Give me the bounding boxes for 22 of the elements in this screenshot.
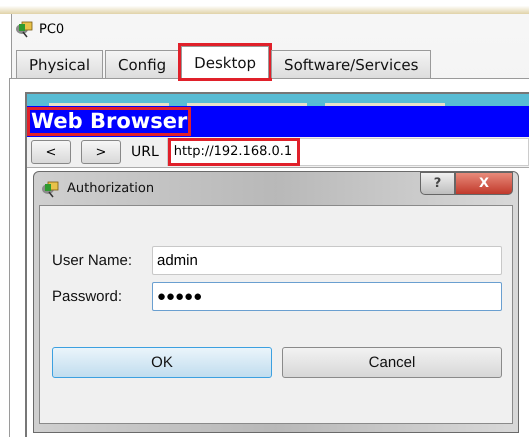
cancel-button[interactable]: Cancel <box>282 347 502 378</box>
tab[interactable]: Config <box>105 50 180 78</box>
url-text: http://192.168.0.1 <box>168 138 300 166</box>
password-field[interactable]: ●●●●● <box>152 282 502 311</box>
dialog-title: Authorization <box>67 181 156 196</box>
browser-title: Web Browser <box>27 107 192 136</box>
url-label: URL <box>131 144 159 160</box>
tab[interactable]: Desktop <box>181 46 270 78</box>
field-label: Password: <box>52 288 124 305</box>
tab[interactable]: Software/Services <box>271 50 432 78</box>
close-button[interactable]: X <box>455 172 513 195</box>
field-label: User Name: <box>52 252 134 269</box>
username-field[interactable]: admin <box>152 246 502 275</box>
help-button[interactable]: ? <box>420 172 455 195</box>
back-button[interactable]: < <box>31 140 71 164</box>
tab[interactable]: Physical <box>16 50 104 78</box>
url-field[interactable]: http://192.168.0.1 <box>166 138 529 166</box>
pc-icon <box>15 20 35 38</box>
forward-button[interactable]: > <box>81 140 121 164</box>
window-title: PC0 <box>39 22 64 36</box>
ok-button[interactable]: OK <box>52 347 272 378</box>
pc-icon <box>41 180 61 198</box>
